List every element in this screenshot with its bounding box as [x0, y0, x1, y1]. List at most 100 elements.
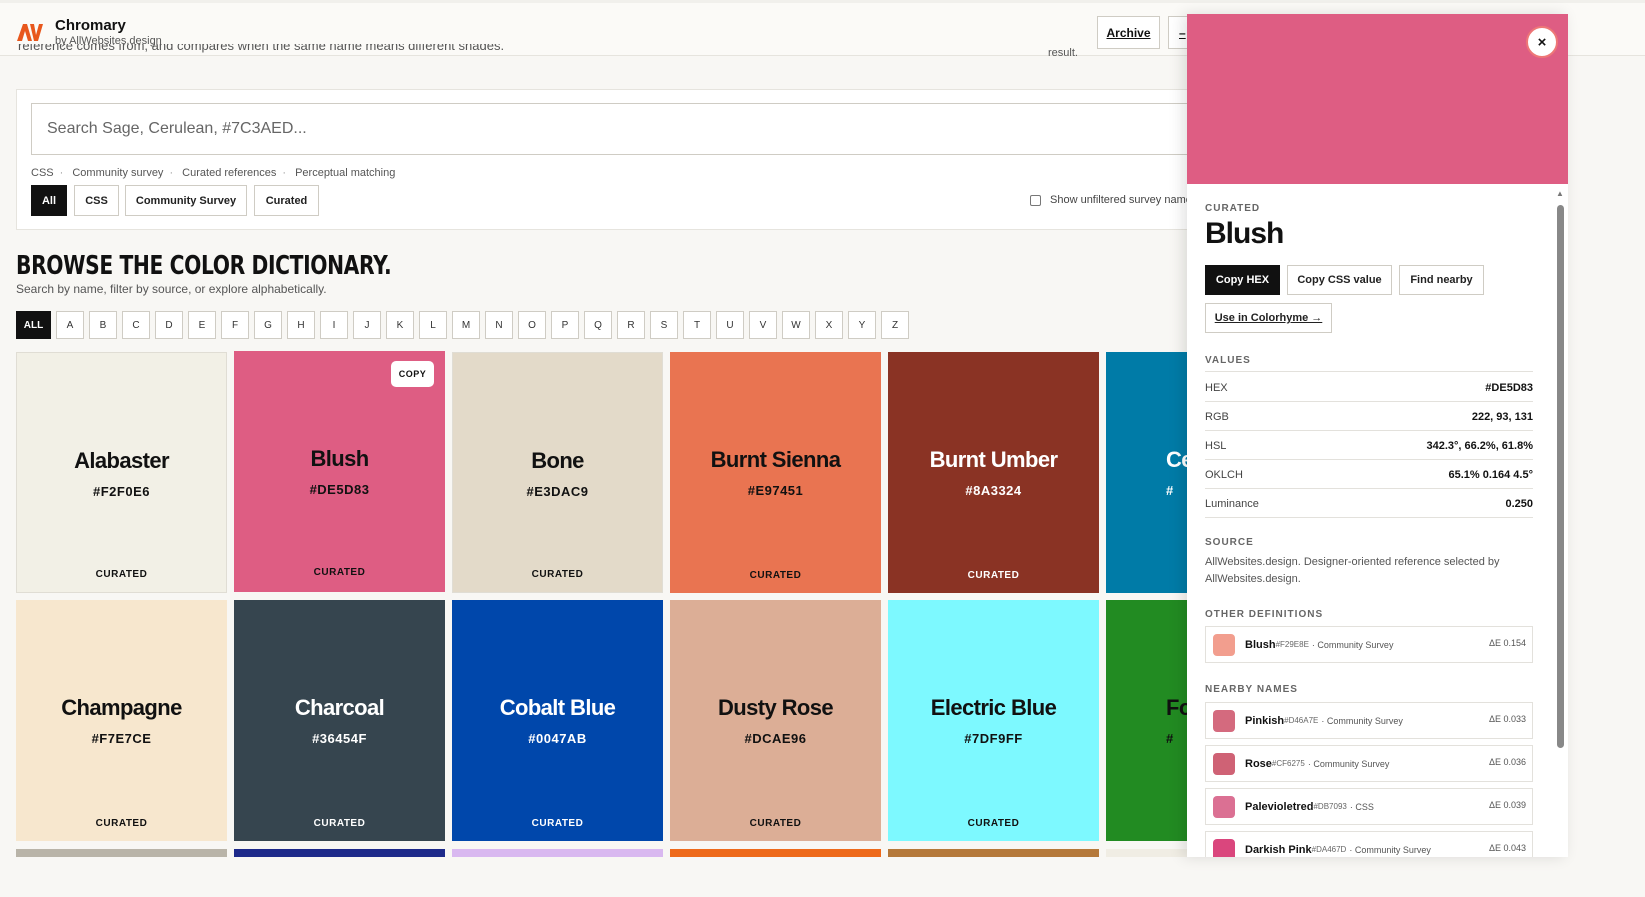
- color-tile[interactable]: Burnt Umber #8A3324 CURATED: [888, 352, 1099, 593]
- other-definition-row[interactable]: Blush #F29E8E · Community Survey ΔE 0.154: [1205, 626, 1533, 663]
- swatch-chip: [1213, 752, 1235, 775]
- letter-g[interactable]: G: [254, 311, 282, 339]
- letter-d[interactable]: D: [155, 311, 183, 339]
- nearby-name-row[interactable]: Palevioletred #DB7093 · CSS ΔE 0.039: [1205, 788, 1533, 825]
- value-row-oklch[interactable]: OKLCH 65.1% 0.164 4.5°: [1205, 461, 1533, 489]
- letter-r[interactable]: R: [617, 311, 645, 339]
- color-tile[interactable]: Charcoal #36454F CURATED: [234, 600, 445, 841]
- value-key: OKLCH: [1205, 468, 1243, 481]
- color-tile[interactable]: Champagne #F7E7CE CURATED: [16, 600, 227, 841]
- brand-name[interactable]: Chromary: [55, 17, 126, 34]
- letter-j[interactable]: J: [353, 311, 381, 339]
- copy-hex-button[interactable]: Copy HEX: [1205, 265, 1280, 295]
- filter-curated-button[interactable]: Curated: [254, 185, 319, 216]
- unfiltered-toggle[interactable]: Show unfiltered survey names: [1030, 194, 1197, 206]
- letter-u[interactable]: U: [716, 311, 744, 339]
- value-val: 222, 93, 131: [1471, 410, 1533, 423]
- letter-n[interactable]: N: [485, 311, 513, 339]
- letter-e[interactable]: E: [188, 311, 216, 339]
- letter-p[interactable]: P: [551, 311, 579, 339]
- tile-hex: #: [1166, 483, 1174, 498]
- value-val: 342.3°, 66.2%, 61.8%: [1426, 439, 1533, 452]
- color-tile[interactable]: Dusty Rose #DCAE96 CURATED: [670, 600, 881, 841]
- letter-h[interactable]: H: [287, 311, 315, 339]
- color-tile[interactable]: Electric Blue #7DF9FF CURATED: [888, 600, 1099, 841]
- hint-perceptual: Perceptual matching: [295, 167, 396, 179]
- swatch-chip: [1213, 709, 1235, 732]
- next-row-tile[interactable]: [16, 849, 227, 857]
- letter-c[interactable]: C: [122, 311, 150, 339]
- letter-v[interactable]: V: [749, 311, 777, 339]
- nearby-name-row[interactable]: Darkish Pink #DA467D · Community Survey ΔE …: [1205, 831, 1533, 857]
- letter-b[interactable]: B: [89, 311, 117, 339]
- def-source: · Community Survey: [1307, 758, 1390, 769]
- letter-y[interactable]: Y: [848, 311, 876, 339]
- color-tile[interactable]: Ce #: [1106, 352, 1187, 593]
- search-input[interactable]: [31, 103, 1331, 155]
- color-tile[interactable]: Blush #DE5D83 CURATED COPY: [234, 351, 445, 592]
- letter-z[interactable]: Z: [881, 311, 909, 339]
- letter-o[interactable]: O: [518, 311, 546, 339]
- filter-all-button[interactable]: All: [31, 185, 67, 216]
- next-row-tile[interactable]: [234, 849, 445, 857]
- filter-css-button[interactable]: CSS: [74, 185, 119, 216]
- tile-source: CURATED: [313, 567, 366, 578]
- tile-source: CURATED: [967, 818, 1020, 829]
- filter-community-button[interactable]: Community Survey: [125, 185, 247, 216]
- next-row-tile[interactable]: [1106, 849, 1187, 857]
- letter-l[interactable]: L: [419, 311, 447, 339]
- find-nearby-button[interactable]: Find nearby: [1399, 265, 1484, 295]
- letter-a[interactable]: A: [56, 311, 84, 339]
- value-row-hex[interactable]: HEX #DE5D83: [1205, 374, 1533, 402]
- tile-source: CURATED: [95, 818, 148, 829]
- letter-x[interactable]: X: [815, 311, 843, 339]
- letter-w[interactable]: W: [782, 311, 810, 339]
- tile-hex: #E3DAC9: [526, 484, 589, 499]
- copy-css-button[interactable]: Copy CSS value: [1287, 265, 1392, 295]
- value-row-rgb[interactable]: RGB 222, 93, 131: [1205, 403, 1533, 431]
- archive-button[interactable]: Archive: [1097, 16, 1160, 49]
- letter-m[interactable]: M: [452, 311, 480, 339]
- panel-scrollbar[interactable]: [1557, 205, 1564, 748]
- tile-name: Burnt Umber: [929, 447, 1058, 472]
- nearby-name-row[interactable]: Rose #CF6275 · Community Survey ΔE 0.036: [1205, 745, 1533, 782]
- scroll-up-icon[interactable]: ▲: [1555, 189, 1565, 199]
- def-delta: ΔE 0.036: [1488, 757, 1526, 767]
- panel-color-name: Blush: [1205, 217, 1284, 250]
- color-tile[interactable]: Alabaster #F2F0E6 CURATED: [16, 352, 227, 593]
- next-row-tile[interactable]: [452, 849, 663, 857]
- tile-name: Champagne: [61, 695, 182, 720]
- letter-s[interactable]: S: [650, 311, 678, 339]
- hint-curated: Curated references: [182, 167, 277, 179]
- letter-t[interactable]: T: [683, 311, 711, 339]
- value-val: 0.250: [1505, 497, 1533, 510]
- letter-f[interactable]: F: [221, 311, 249, 339]
- color-tile[interactable]: Cobalt Blue #0047AB CURATED: [452, 600, 663, 841]
- letter-k[interactable]: K: [386, 311, 414, 339]
- unfiltered-label: Show unfiltered survey names: [1050, 194, 1198, 206]
- swatch-chip: [1213, 838, 1235, 857]
- next-row-tile[interactable]: [670, 849, 881, 857]
- value-row-hsl[interactable]: HSL 342.3°, 66.2%, 61.8%: [1205, 432, 1533, 460]
- def-hex: #CF6275: [1271, 759, 1305, 768]
- close-icon[interactable]: ×: [1526, 26, 1558, 58]
- copy-button[interactable]: COPY: [391, 361, 434, 387]
- unfiltered-checkbox[interactable]: [1030, 194, 1041, 206]
- letter-q[interactable]: Q: [584, 311, 612, 339]
- letter-all[interactable]: ALL: [16, 311, 51, 339]
- value-row-luminance[interactable]: Luminance 0.250: [1205, 490, 1533, 518]
- use-colorhyme-button[interactable]: Use in Colorhyme →: [1205, 303, 1332, 333]
- value-key: HEX: [1205, 381, 1228, 394]
- tile-name: Bone: [531, 448, 584, 473]
- color-tile[interactable]: Burnt Sienna #E97451 CURATED: [670, 352, 881, 593]
- logo-icon[interactable]: [16, 21, 44, 43]
- color-tile[interactable]: Bone #E3DAC9 CURATED: [452, 352, 663, 593]
- color-tile[interactable]: Fore #: [1106, 600, 1187, 841]
- next-row-tile[interactable]: [888, 849, 1099, 857]
- letter-i[interactable]: I: [320, 311, 348, 339]
- tile-source: CURATED: [95, 569, 148, 580]
- browse-subtitle: Search by name, filter by source, or exp…: [16, 282, 327, 296]
- search-card: CSS· Community survey· Curated reference…: [16, 89, 1331, 230]
- nearby-name-row[interactable]: Pinkish #D46A7E · Community Survey ΔE 0.033: [1205, 702, 1533, 739]
- tile-hex: #7DF9FF: [964, 731, 1023, 746]
